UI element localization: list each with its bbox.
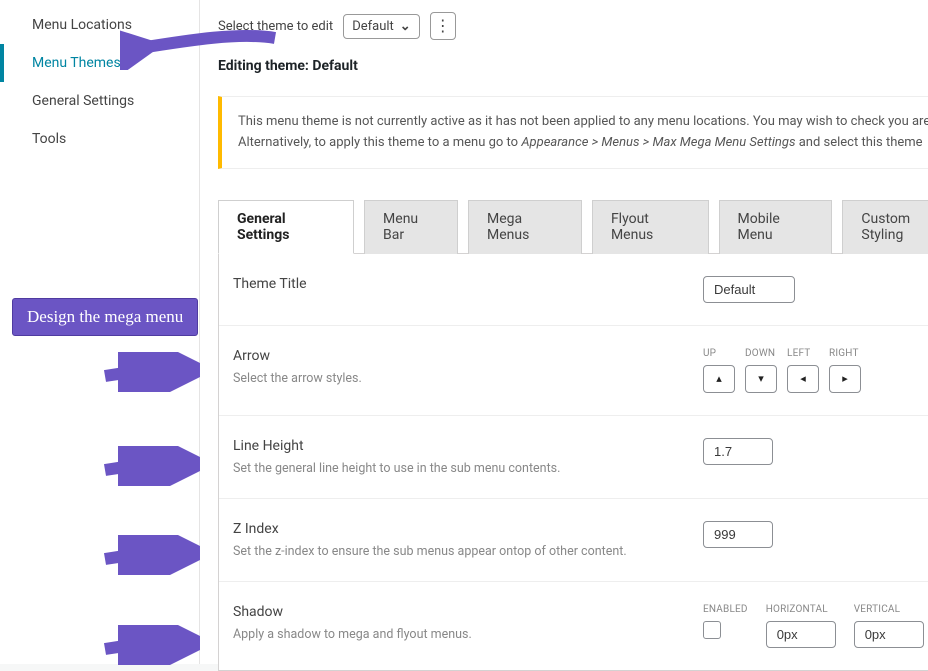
main-content: Select theme to edit Default ⌄ ⋮ Editing… [200,0,928,664]
shadow-horizontal-input[interactable] [766,621,836,648]
notice-line-1: This menu theme is not currently active … [238,114,928,129]
tab-label: General Settings [237,211,289,243]
notice-line-2b: and select this theme [795,135,922,150]
tab-general-settings[interactable]: General Settings [218,200,354,254]
setting-desc: Apply a shadow to mega and flyout menus. [233,627,683,642]
tab-flyout-menus[interactable]: Flyout Menus [592,200,709,254]
notice-warning: This menu theme is not currently active … [218,96,928,169]
tab-label: Mega Menus [487,211,529,243]
notice-breadcrumb: Appearance > Menus > Max Mega Menu Setti… [521,135,795,150]
notice-line-2a: Alternatively, to apply this theme to a … [238,135,521,150]
shadow-col-label-enabled: ENABLED [703,604,748,615]
arrow-col-label-left: LEFT [787,348,810,359]
theme-title-input[interactable] [703,276,795,303]
arrow-col-label-right: RIGHT [829,348,859,359]
z-index-input[interactable] [703,521,773,548]
setting-desc: Select the arrow styles. [233,371,683,386]
theme-select-value: Default [352,19,394,34]
setting-label: Shadow [233,604,683,620]
tabs: General Settings Menu Bar Mega Menus Fly… [218,199,928,253]
arrow-col-label-up: UP [703,348,716,359]
select-theme-row: Select theme to edit Default ⌄ ⋮ [218,12,928,40]
theme-select[interactable]: Default ⌄ [343,14,420,39]
setting-row-arrow: Arrow Select the arrow styles. UP ▴ DOWN… [219,326,928,416]
chevron-down-icon: ⌄ [400,19,411,34]
tab-label: Custom Styling [861,211,910,243]
setting-desc: Set the z-index to ensure the sub menus … [233,544,683,559]
shadow-vertical-input[interactable] [854,621,924,648]
sidebar-item-label: Tools [32,131,66,147]
arrow-left-button[interactable]: ◂ [787,365,819,393]
setting-row-theme-title: Theme Title [219,254,928,326]
setting-label: Line Height [233,438,683,454]
arrow-right-button[interactable]: ▸ [829,365,861,393]
tab-menu-bar[interactable]: Menu Bar [364,200,458,254]
setting-label: Z Index [233,521,683,537]
line-height-input[interactable] [703,438,773,465]
setting-label: Arrow [233,348,683,364]
annotation-arrow-icon [120,20,280,70]
setting-label: Theme Title [233,276,683,292]
setting-row-line-height: Line Height Set the general line height … [219,416,928,499]
tab-mobile-menu[interactable]: Mobile Menu [719,200,833,254]
annotation-callout: Design the mega menu [12,298,198,336]
arrow-down-button[interactable]: ▾ [745,365,777,393]
editing-theme-name: Default [312,58,357,74]
tab-mega-menus[interactable]: Mega Menus [468,200,582,254]
tab-label: Menu Bar [383,211,418,243]
theme-actions-button[interactable]: ⋮ [430,12,456,40]
shadow-group: ENABLED HORIZONTAL VERTICAL BL [703,604,928,648]
tab-custom-styling[interactable]: Custom Styling [842,200,928,254]
kebab-icon: ⋮ [435,18,451,34]
shadow-enabled-checkbox[interactable] [703,621,721,639]
editing-theme-title: Editing theme: Default [218,58,928,74]
settings-panel: Theme Title Arrow Select the arrow style… [218,253,928,671]
sidebar-item-label: Menu Locations [32,17,132,33]
tab-label: Mobile Menu [738,211,780,243]
sidebar-item-general-settings[interactable]: General Settings [0,82,199,120]
annotation-arrow-icon [100,446,200,486]
arrow-up-icon: ▴ [716,372,722,385]
shadow-col-label-vertical: VERTICAL [854,604,924,615]
annotation-arrow-icon [100,352,200,392]
shadow-col-label-horizontal: HORIZONTAL [766,604,836,615]
annotation-callout-text: Design the mega menu [27,307,183,326]
arrow-col-label-down: DOWN [745,348,775,359]
setting-row-shadow: Shadow Apply a shadow to mega and flyout… [219,582,928,670]
arrow-up-button[interactable]: ▴ [703,365,735,393]
annotation-arrow-icon [100,625,200,665]
tab-label: Flyout Menus [611,211,653,243]
arrow-left-icon: ◂ [800,372,806,385]
setting-row-z-index: Z Index Set the z-index to ensure the su… [219,499,928,582]
annotation-arrow-icon [100,535,200,575]
arrow-right-icon: ▸ [842,372,848,385]
arrow-group: UP ▴ DOWN ▾ LEFT ◂ RIGHT [703,348,928,393]
sidebar-item-label: General Settings [32,93,134,109]
sidebar-item-label: Menu Themes [32,55,121,71]
sidebar-item-tools[interactable]: Tools [0,120,199,158]
arrow-down-icon: ▾ [758,372,764,385]
setting-desc: Set the general line height to use in th… [233,461,683,476]
